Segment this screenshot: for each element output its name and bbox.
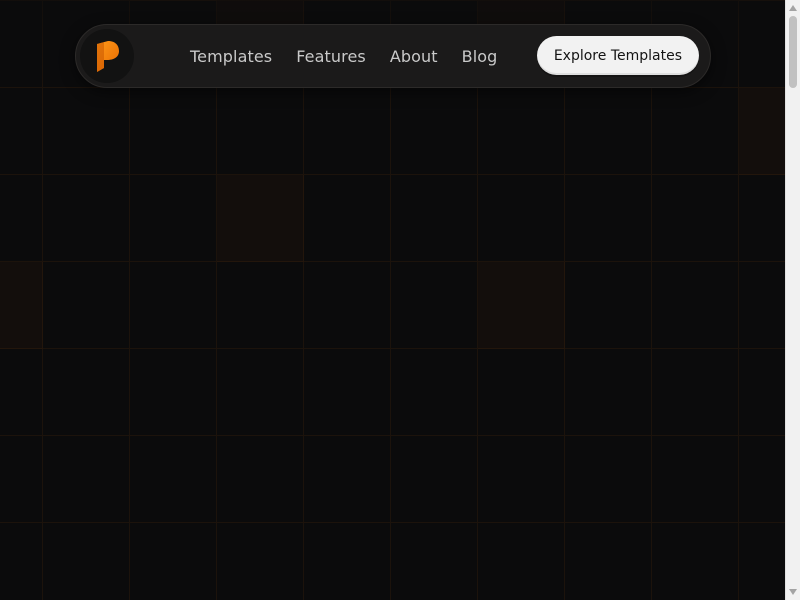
grid-cell (0, 436, 43, 523)
grid-cell (652, 88, 739, 175)
grid-cell (739, 262, 785, 349)
grid-cell (739, 523, 785, 600)
grid-cell (304, 88, 391, 175)
grid-cell (130, 88, 217, 175)
grid-cell (565, 523, 652, 600)
grid-cell (130, 175, 217, 262)
grid-cell (478, 349, 565, 436)
grid-cell (0, 88, 43, 175)
grid-cell (478, 175, 565, 262)
navbar: Templates Features About Blog Explore Te… (75, 24, 711, 88)
grid-cell (478, 262, 565, 349)
grid-cell (652, 349, 739, 436)
grid-cell (652, 523, 739, 600)
nav-link-about[interactable]: About (390, 47, 438, 66)
logo-link[interactable] (80, 29, 134, 83)
p-logo-icon (97, 41, 119, 72)
grid-cell (130, 436, 217, 523)
grid-cell (391, 262, 478, 349)
grid-cell (130, 349, 217, 436)
grid-cell (217, 436, 304, 523)
grid-cell (565, 436, 652, 523)
grid-cell (391, 88, 478, 175)
grid-cell (565, 349, 652, 436)
grid-cell (739, 175, 785, 262)
grid-cell (478, 436, 565, 523)
nav-link-templates[interactable]: Templates (190, 47, 272, 66)
grid-cell (565, 88, 652, 175)
grid-cell (391, 436, 478, 523)
grid-cell (217, 523, 304, 600)
grid-cell (130, 523, 217, 600)
grid-cell (130, 262, 217, 349)
grid-cell (739, 88, 785, 175)
scroll-thumb[interactable] (789, 16, 797, 88)
grid-cell (739, 349, 785, 436)
grid-cell (43, 523, 130, 600)
grid-cell (304, 436, 391, 523)
nav-link-blog[interactable]: Blog (462, 47, 498, 66)
grid-cell (652, 262, 739, 349)
grid-cell (217, 262, 304, 349)
background-grid (0, 0, 785, 600)
grid-cell (391, 349, 478, 436)
nav-links: Templates Features About Blog (190, 25, 497, 87)
nav-link-features[interactable]: Features (296, 47, 366, 66)
grid-cell (652, 436, 739, 523)
grid-cell (565, 175, 652, 262)
grid-cell (478, 523, 565, 600)
grid-cell (304, 523, 391, 600)
grid-cell (0, 262, 43, 349)
grid-cell (43, 349, 130, 436)
grid-cell (652, 175, 739, 262)
grid-cell (217, 349, 304, 436)
grid-cell (217, 175, 304, 262)
grid-cell (391, 175, 478, 262)
grid-cell (391, 523, 478, 600)
grid-cell (304, 262, 391, 349)
grid-cell (565, 262, 652, 349)
grid-cell (0, 175, 43, 262)
explore-templates-button[interactable]: Explore Templates (536, 36, 699, 75)
scroll-down-arrow-icon[interactable] (786, 585, 800, 599)
grid-cell (43, 262, 130, 349)
grid-cell (43, 88, 130, 175)
grid-cell (739, 436, 785, 523)
grid-cell (0, 523, 43, 600)
grid-cell (43, 175, 130, 262)
vertical-scrollbar[interactable] (785, 0, 800, 600)
page-viewport: Templates Features About Blog Explore Te… (0, 0, 785, 600)
grid-cell (478, 88, 565, 175)
grid-cell (217, 88, 304, 175)
grid-cell (304, 349, 391, 436)
scroll-up-arrow-icon[interactable] (786, 1, 800, 15)
grid-cell (43, 436, 130, 523)
grid-cell (0, 349, 43, 436)
grid-cell (304, 175, 391, 262)
